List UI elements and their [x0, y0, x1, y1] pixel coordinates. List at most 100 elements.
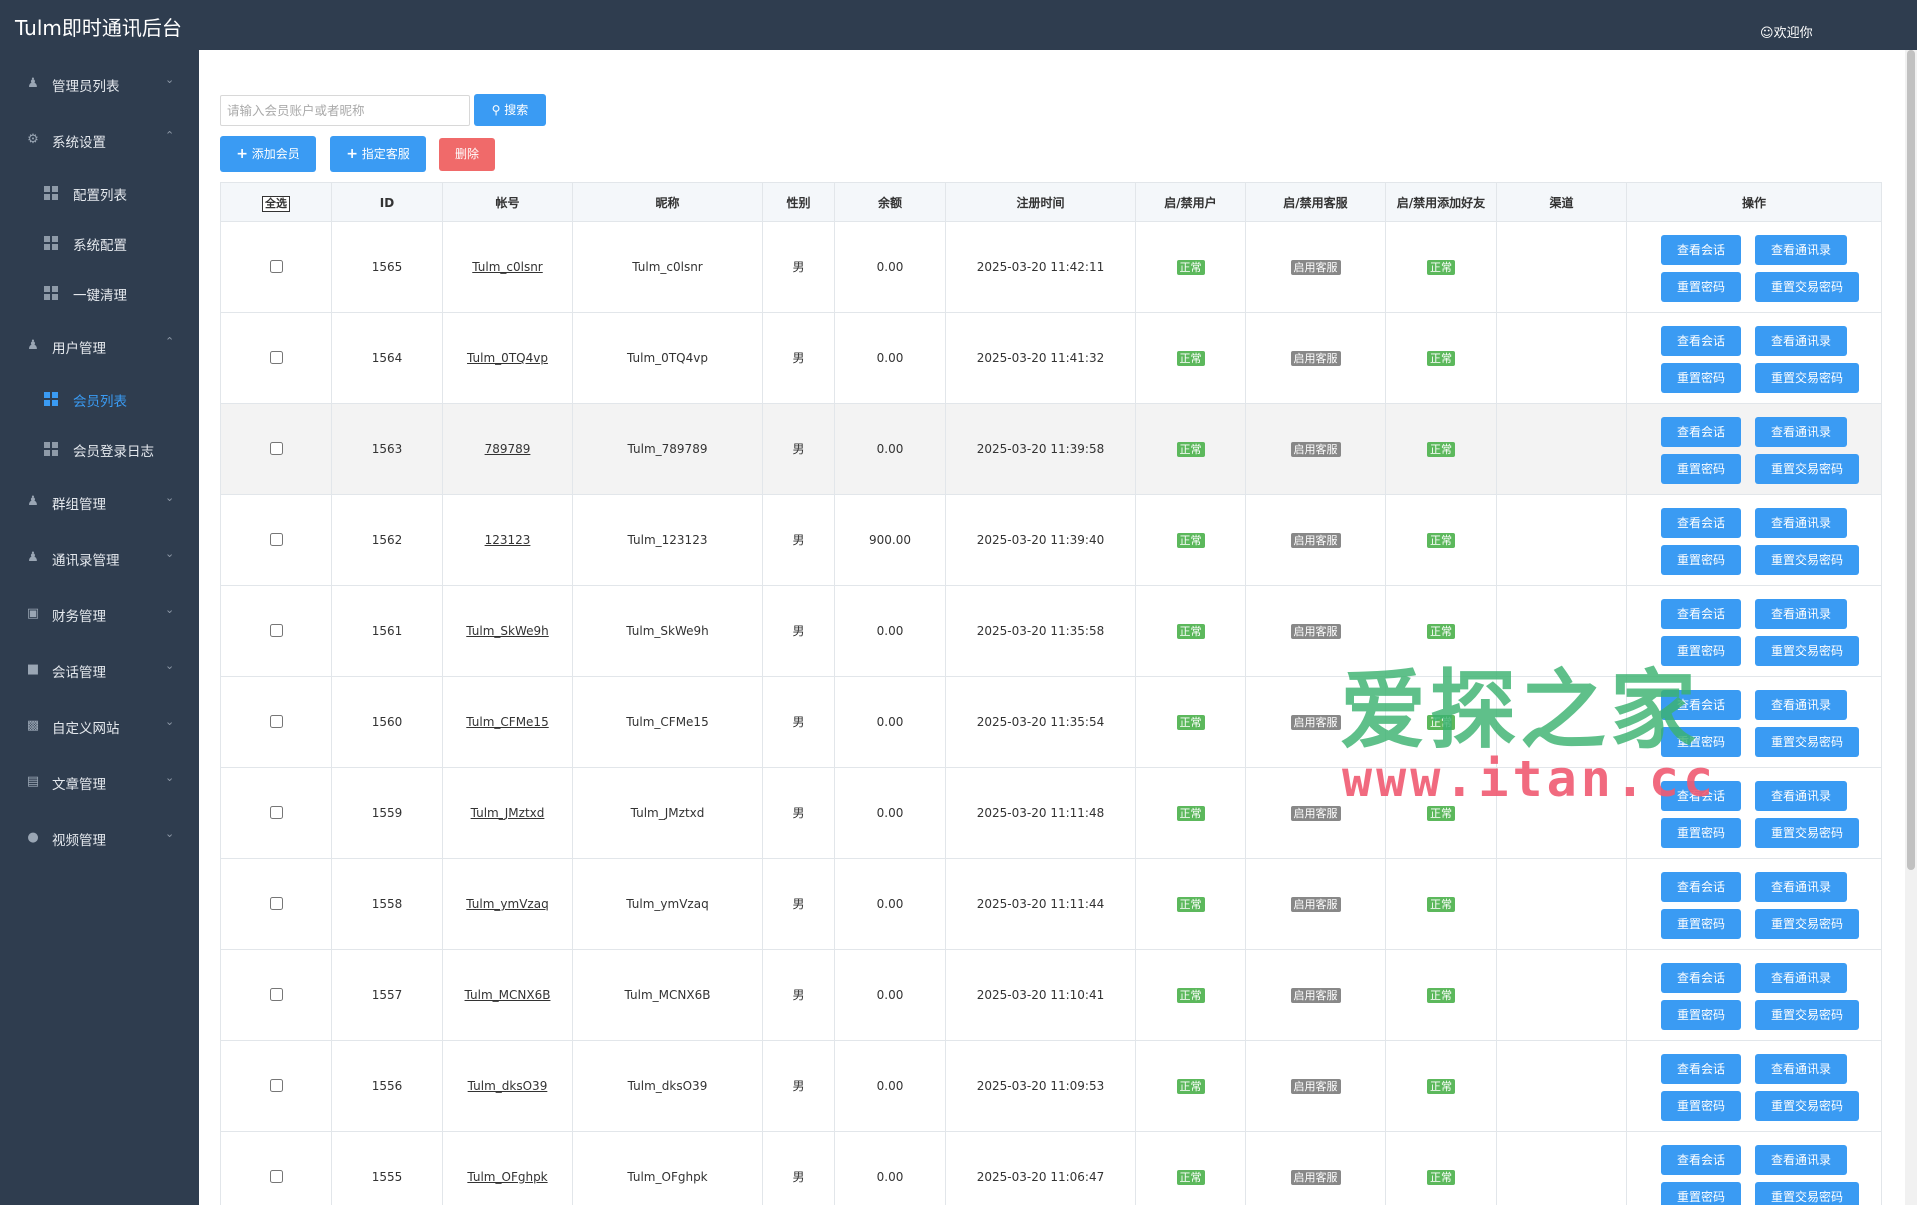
- reset-trade-password-button[interactable]: 重置交易密码: [1755, 363, 1859, 393]
- view-contacts-button[interactable]: 查看通讯录: [1755, 235, 1847, 265]
- add-member-button[interactable]: + 添加会员: [220, 136, 316, 172]
- reset-trade-password-button[interactable]: 重置交易密码: [1755, 1182, 1859, 1205]
- account-link[interactable]: 123123: [485, 533, 531, 547]
- user-status-badge[interactable]: 正常: [1176, 988, 1205, 1003]
- user-status-badge[interactable]: 正常: [1176, 442, 1205, 457]
- friend-status-badge[interactable]: 正常: [1427, 1170, 1455, 1185]
- user-status-badge[interactable]: 正常: [1176, 351, 1205, 366]
- row-checkbox[interactable]: [269, 806, 283, 819]
- view-session-button[interactable]: 查看会话: [1661, 508, 1741, 538]
- user-status-badge[interactable]: 正常: [1176, 715, 1205, 730]
- sidebar-item-groups[interactable]: ♟ 群组管理 ⌄: [0, 480, 199, 524]
- user-status-badge[interactable]: 正常: [1176, 533, 1205, 548]
- friend-status-badge[interactable]: 正常: [1427, 806, 1455, 821]
- friend-status-badge[interactable]: 正常: [1427, 351, 1455, 366]
- sidebar-item-videos[interactable]: ● 视频管理 ⌄: [0, 816, 199, 860]
- account-link[interactable]: Tulm_SkWe9h: [466, 624, 549, 638]
- account-link[interactable]: Tulm_ymVzaq: [466, 897, 548, 911]
- row-checkbox[interactable]: [269, 1170, 283, 1183]
- account-link[interactable]: Tulm_OFghpk: [467, 1170, 547, 1184]
- service-status-badge[interactable]: 启用客服: [1290, 533, 1341, 548]
- sidebar-item-admins[interactable]: ♟ 管理员列表 ⌄: [0, 62, 199, 106]
- service-status-badge[interactable]: 启用客服: [1290, 715, 1341, 730]
- page-scrollbar[interactable]: [1905, 50, 1917, 1205]
- user-status-badge[interactable]: 正常: [1176, 897, 1205, 912]
- sidebar-item-system-config[interactable]: 系统配置: [0, 221, 199, 265]
- account-link[interactable]: 789789: [485, 442, 531, 456]
- friend-status-badge[interactable]: 正常: [1427, 897, 1455, 912]
- row-checkbox[interactable]: [269, 624, 283, 637]
- reset-password-button[interactable]: 重置密码: [1661, 545, 1741, 575]
- row-checkbox[interactable]: [269, 533, 283, 546]
- reset-password-button[interactable]: 重置密码: [1661, 1000, 1741, 1030]
- select-all-button[interactable]: 全选: [262, 196, 290, 212]
- row-checkbox[interactable]: [269, 988, 283, 1001]
- user-status-badge[interactable]: 正常: [1176, 806, 1205, 821]
- row-checkbox[interactable]: [269, 351, 283, 364]
- row-checkbox[interactable]: [269, 442, 283, 455]
- user-status-badge[interactable]: 正常: [1176, 1170, 1205, 1185]
- account-link[interactable]: Tulm_dksO39: [468, 1079, 548, 1093]
- reset-password-button[interactable]: 重置密码: [1661, 909, 1741, 939]
- service-status-badge[interactable]: 启用客服: [1290, 806, 1341, 821]
- friend-status-badge[interactable]: 正常: [1427, 533, 1455, 548]
- reset-trade-password-button[interactable]: 重置交易密码: [1755, 636, 1859, 666]
- row-checkbox[interactable]: [269, 260, 283, 273]
- view-contacts-button[interactable]: 查看通讯录: [1755, 872, 1847, 902]
- row-checkbox[interactable]: [269, 897, 283, 910]
- assign-service-button[interactable]: + 指定客服: [330, 136, 426, 172]
- user-status-badge[interactable]: 正常: [1176, 624, 1205, 639]
- sidebar-item-config-list[interactable]: 配置列表: [0, 171, 199, 215]
- sidebar-item-one-click-clean[interactable]: 一键清理: [0, 271, 199, 315]
- account-link[interactable]: Tulm_CFMe15: [466, 715, 548, 729]
- view-session-button[interactable]: 查看会话: [1661, 599, 1741, 629]
- view-contacts-button[interactable]: 查看通讯录: [1755, 690, 1847, 720]
- service-status-badge[interactable]: 启用客服: [1290, 897, 1341, 912]
- friend-status-badge[interactable]: 正常: [1427, 442, 1455, 457]
- sidebar-item-custom-site[interactable]: ▩ 自定义网站 ⌄: [0, 704, 199, 748]
- reset-trade-password-button[interactable]: 重置交易密码: [1755, 454, 1859, 484]
- friend-status-badge[interactable]: 正常: [1427, 260, 1455, 275]
- column-select-all[interactable]: 全选: [221, 183, 332, 223]
- reset-trade-password-button[interactable]: 重置交易密码: [1755, 545, 1859, 575]
- sidebar-item-contacts[interactable]: ♟ 通讯录管理 ⌄: [0, 536, 199, 580]
- service-status-badge[interactable]: 启用客服: [1290, 1170, 1341, 1185]
- reset-password-button[interactable]: 重置密码: [1661, 363, 1741, 393]
- service-status-badge[interactable]: 启用客服: [1290, 442, 1341, 457]
- scrollbar-thumb[interactable]: [1907, 50, 1915, 870]
- view-session-button[interactable]: 查看会话: [1661, 872, 1741, 902]
- reset-trade-password-button[interactable]: 重置交易密码: [1755, 727, 1859, 757]
- welcome-menu[interactable]: ☺欢迎你: [1760, 22, 1813, 41]
- account-link[interactable]: Tulm_0TQ4vp: [467, 351, 548, 365]
- view-contacts-button[interactable]: 查看通讯录: [1755, 1145, 1847, 1175]
- reset-trade-password-button[interactable]: 重置交易密码: [1755, 909, 1859, 939]
- view-contacts-button[interactable]: 查看通讯录: [1755, 326, 1847, 356]
- view-session-button[interactable]: 查看会话: [1661, 1054, 1741, 1084]
- service-status-badge[interactable]: 启用客服: [1290, 351, 1341, 366]
- row-checkbox[interactable]: [269, 1079, 283, 1092]
- friend-status-badge[interactable]: 正常: [1427, 624, 1455, 639]
- reset-password-button[interactable]: 重置密码: [1661, 818, 1741, 848]
- reset-trade-password-button[interactable]: 重置交易密码: [1755, 272, 1859, 302]
- view-contacts-button[interactable]: 查看通讯录: [1755, 599, 1847, 629]
- view-session-button[interactable]: 查看会话: [1661, 326, 1741, 356]
- view-contacts-button[interactable]: 查看通讯录: [1755, 963, 1847, 993]
- view-session-button[interactable]: 查看会话: [1661, 417, 1741, 447]
- view-contacts-button[interactable]: 查看通讯录: [1755, 1054, 1847, 1084]
- view-session-button[interactable]: 查看会话: [1661, 235, 1741, 265]
- sidebar-item-member-login-log[interactable]: 会员登录日志: [0, 427, 199, 471]
- friend-status-badge[interactable]: 正常: [1427, 988, 1455, 1003]
- service-status-badge[interactable]: 启用客服: [1290, 1079, 1341, 1094]
- search-button[interactable]: ⚲ 搜索: [474, 94, 546, 126]
- view-contacts-button[interactable]: 查看通讯录: [1755, 417, 1847, 447]
- sidebar-item-member-list[interactable]: 会员列表: [0, 377, 199, 421]
- reset-trade-password-button[interactable]: 重置交易密码: [1755, 1000, 1859, 1030]
- reset-password-button[interactable]: 重置密码: [1661, 1182, 1741, 1205]
- account-link[interactable]: Tulm_MCNX6B: [465, 988, 551, 1002]
- user-status-badge[interactable]: 正常: [1176, 1079, 1205, 1094]
- user-status-badge[interactable]: 正常: [1176, 260, 1205, 275]
- account-link[interactable]: Tulm_c0lsnr: [472, 260, 543, 274]
- delete-button[interactable]: 删除: [439, 138, 495, 171]
- sidebar-item-finance[interactable]: ▣ 财务管理 ⌄: [0, 592, 199, 636]
- reset-trade-password-button[interactable]: 重置交易密码: [1755, 1091, 1859, 1121]
